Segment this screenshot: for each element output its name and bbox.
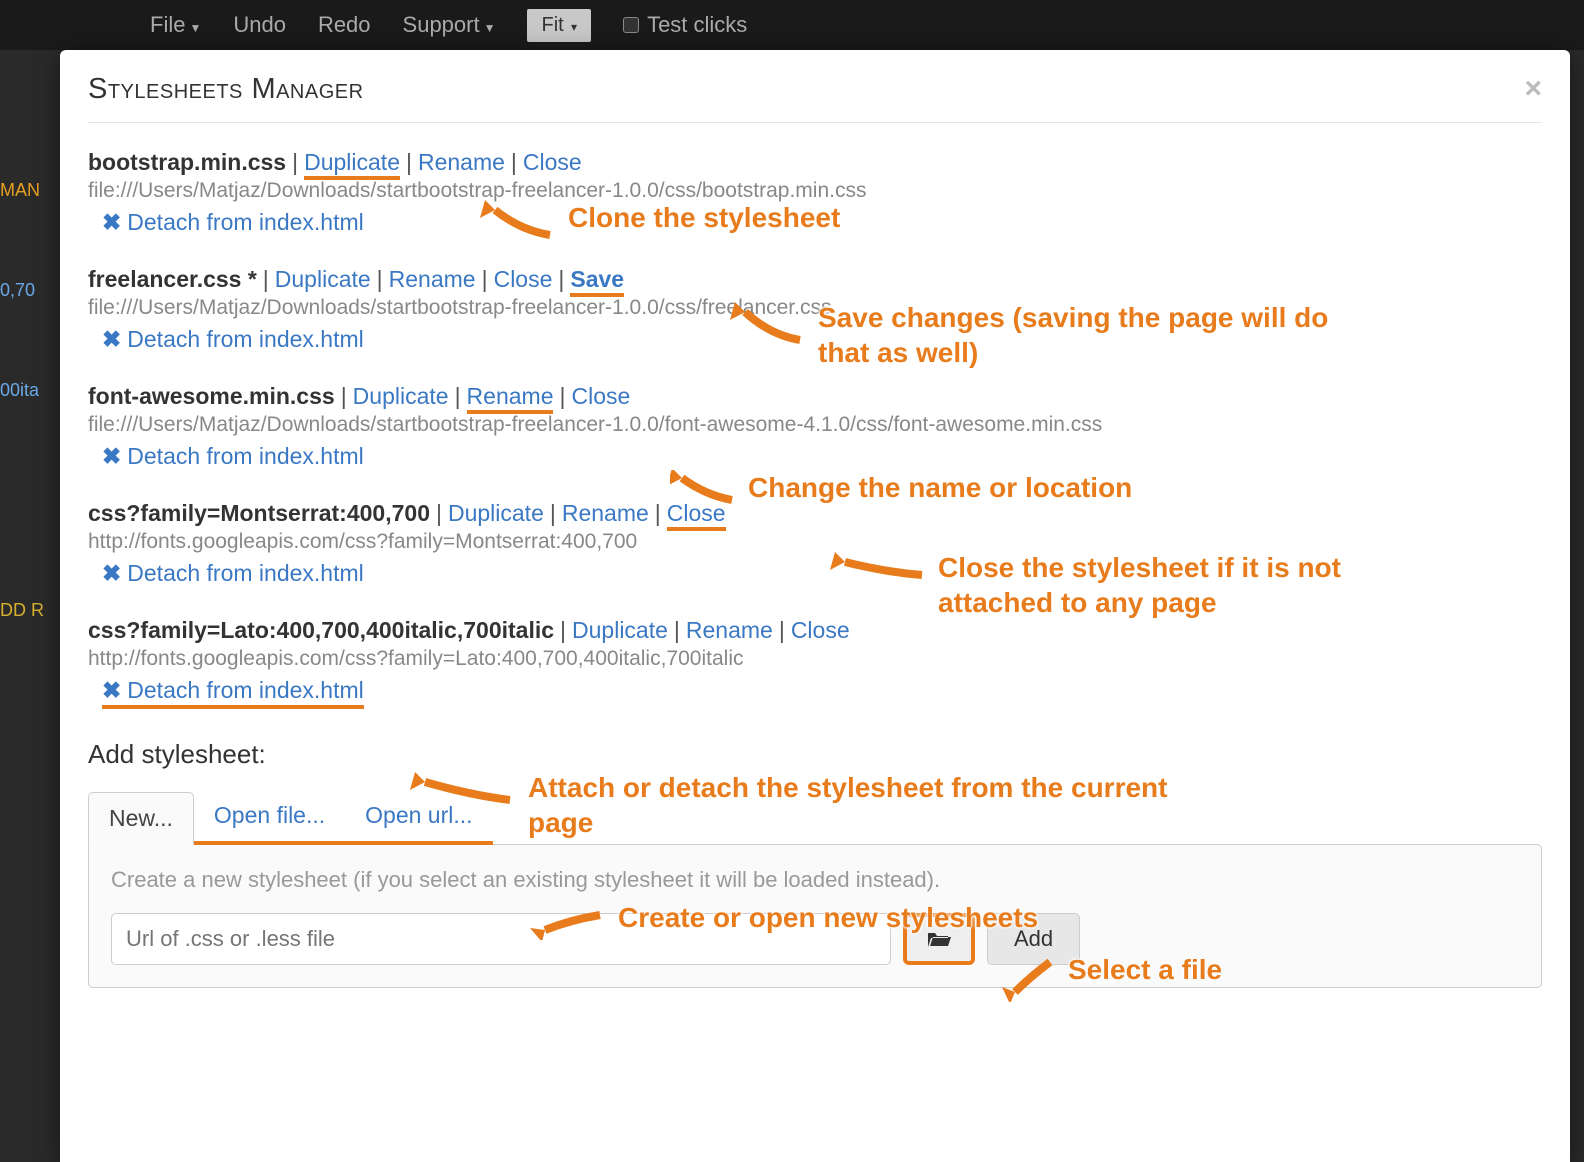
stylesheet-path: file:///Users/Matjaz/Downloads/startboot… (88, 413, 1542, 437)
tab-open-file[interactable]: Open file... (194, 790, 345, 845)
arrow-icon (480, 200, 560, 240)
duplicate-link[interactable]: Duplicate (304, 149, 400, 180)
fit-button[interactable]: Fit ▾ (527, 9, 591, 42)
chevron-down-icon: ▼ (484, 21, 496, 35)
menu-file[interactable]: File▼ (150, 12, 201, 38)
arrow-icon (670, 470, 740, 510)
x-icon: ✖ (102, 677, 121, 703)
rename-link[interactable]: Rename (389, 266, 476, 292)
x-icon: ✖ (102, 560, 121, 586)
rename-link[interactable]: Rename (418, 149, 505, 175)
arrow-icon (530, 900, 610, 940)
arrow-icon (1000, 952, 1060, 1002)
arrow-icon (830, 550, 930, 590)
stylesheet-name: font-awesome.min.css (88, 383, 335, 409)
detach-link[interactable]: ✖Detach from index.html (102, 560, 364, 586)
detach-link[interactable]: ✖Detach from index.html (102, 326, 364, 352)
detach-link[interactable]: ✖Detach from index.html (102, 209, 364, 235)
close-link[interactable]: Close (571, 383, 630, 409)
duplicate-link[interactable]: Duplicate (353, 383, 449, 409)
add-panel-desc: Create a new stylesheet (if you select a… (111, 867, 1519, 893)
annotation-save: Save changes (saving the page will do th… (730, 300, 1350, 370)
close-icon[interactable]: × (1524, 72, 1542, 106)
rename-link[interactable]: Rename (562, 500, 649, 526)
stylesheet-path: http://fonts.googleapis.com/css?family=L… (88, 647, 1542, 671)
rename-link[interactable]: Rename (686, 617, 773, 643)
detach-link[interactable]: ✖Detach from index.html (102, 443, 364, 469)
test-clicks-toggle[interactable]: Test clicks (623, 12, 747, 38)
duplicate-link[interactable]: Duplicate (275, 266, 371, 292)
top-menubar: File▼ Undo Redo Support▼ Fit ▾ Test clic… (0, 0, 1584, 50)
menu-redo[interactable]: Redo (318, 12, 371, 38)
duplicate-link[interactable]: Duplicate (572, 617, 668, 643)
x-icon: ✖ (102, 326, 121, 352)
annotation-clone: Clone the stylesheet (480, 200, 840, 240)
annotation-select: Select a file (1000, 952, 1222, 1002)
duplicate-link[interactable]: Duplicate (448, 500, 544, 526)
annotation-rename: Change the name or location (670, 470, 1132, 510)
close-link[interactable]: Close (494, 266, 553, 292)
stylesheet-name: bootstrap.min.css (88, 149, 286, 175)
x-icon: ✖ (102, 443, 121, 469)
test-clicks-label: Test clicks (647, 12, 747, 38)
chevron-down-icon: ▾ (568, 20, 577, 34)
arrow-icon (410, 770, 520, 810)
detach-link[interactable]: ✖Detach from index.html (102, 677, 364, 703)
stylesheet-name: freelancer.css * (88, 266, 257, 292)
stylesheet-row: css?family=Lato:400,700,400italic,700ita… (88, 617, 1542, 709)
background-sidebar: MAN 0,70 00ita DD R (0, 160, 60, 680)
annotation-create: Create or open new stylesheets (530, 900, 1038, 940)
close-link[interactable]: Close (791, 617, 850, 643)
stylesheet-name: css?family=Lato:400,700,400italic,700ita… (88, 617, 554, 643)
annotation-close: Close the stylesheet if it is not attach… (830, 550, 1360, 620)
save-link[interactable]: Save (570, 266, 624, 297)
annotation-detach: Attach or detach the stylesheet from the… (410, 770, 1170, 840)
stylesheet-name: css?family=Montserrat:400,700 (88, 500, 430, 526)
menu-undo[interactable]: Undo (233, 12, 286, 38)
chevron-down-icon: ▼ (189, 21, 201, 35)
stylesheet-row: font-awesome.min.css|Duplicate|Rename|Cl… (88, 383, 1542, 470)
modal-title: Stylesheets Manager (88, 73, 364, 106)
menu-support[interactable]: Support▼ (403, 12, 496, 38)
rename-link[interactable]: Rename (467, 383, 554, 414)
checkbox-icon (623, 17, 639, 33)
tab-new[interactable]: New... (88, 792, 194, 845)
close-link[interactable]: Close (523, 149, 582, 175)
add-stylesheet-heading: Add stylesheet: (88, 739, 1542, 770)
arrow-icon (730, 300, 810, 350)
x-icon: ✖ (102, 209, 121, 235)
